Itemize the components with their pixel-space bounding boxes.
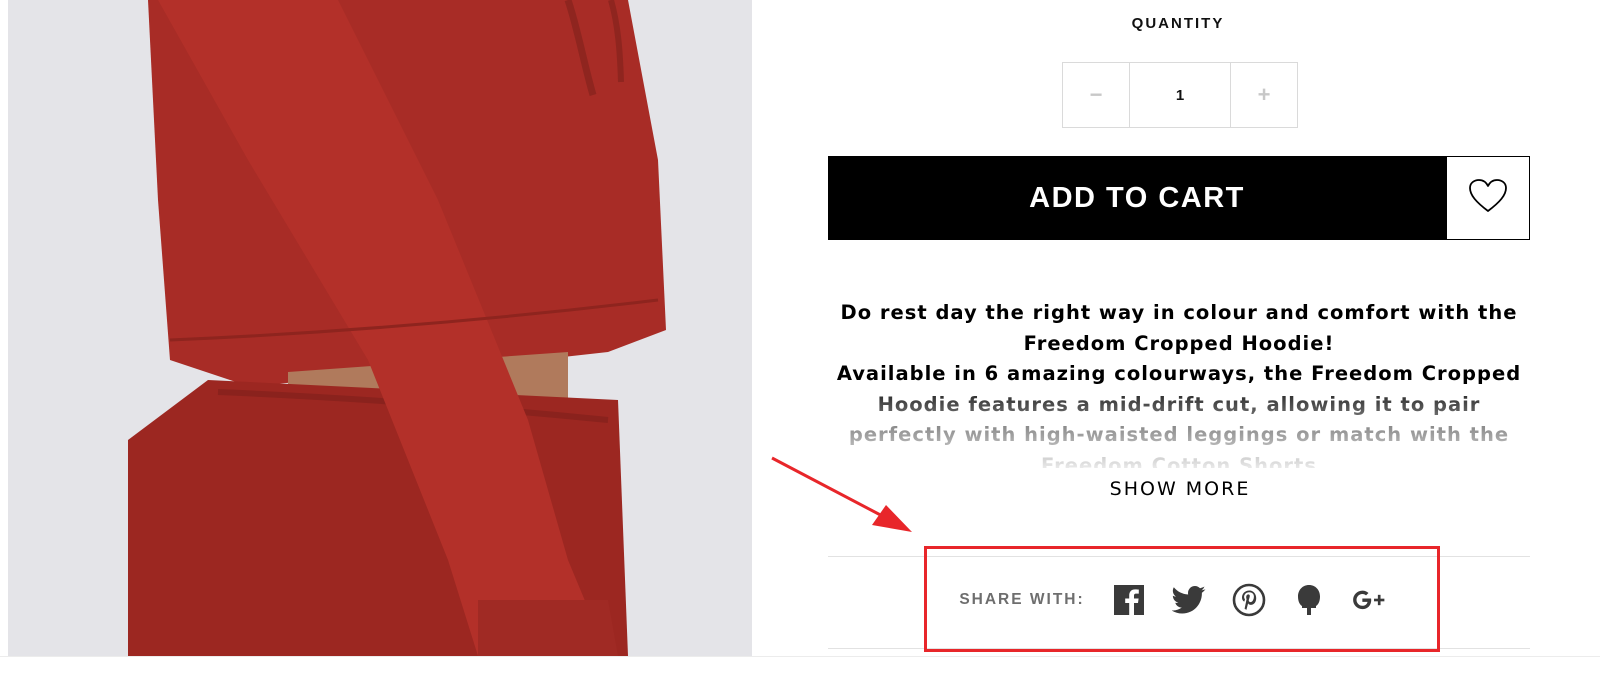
product-image <box>8 0 752 656</box>
quantity-label: QUANTITY <box>1131 15 1225 32</box>
quantity-stepper: − 1 + <box>1062 62 1298 128</box>
show-more-button[interactable]: SHOW MORE <box>1030 478 1330 500</box>
fancy-icon[interactable] <box>1292 583 1326 617</box>
divider <box>828 556 1530 557</box>
wishlist-button[interactable] <box>1446 156 1530 240</box>
add-to-cart-button[interactable]: ADD TO CART <box>828 156 1446 240</box>
decrease-quantity-button[interactable]: − <box>1063 63 1130 127</box>
facebook-icon[interactable] <box>1112 583 1146 617</box>
page-divider <box>0 656 1600 677</box>
description-paragraph: Do rest day the right way in colour and … <box>840 301 1518 355</box>
divider <box>828 648 1530 649</box>
heart-icon <box>1468 178 1508 218</box>
increase-quantity-button[interactable]: + <box>1230 63 1297 127</box>
description-fade <box>828 396 1530 472</box>
quantity-input[interactable]: 1 <box>1130 63 1230 127</box>
share-bar: SHARE WITH: <box>828 570 1530 630</box>
pinterest-icon[interactable] <box>1232 583 1266 617</box>
twitter-icon[interactable] <box>1171 583 1206 617</box>
share-label: SHARE WITH: <box>959 591 1085 608</box>
google-plus-icon[interactable] <box>1352 583 1386 617</box>
